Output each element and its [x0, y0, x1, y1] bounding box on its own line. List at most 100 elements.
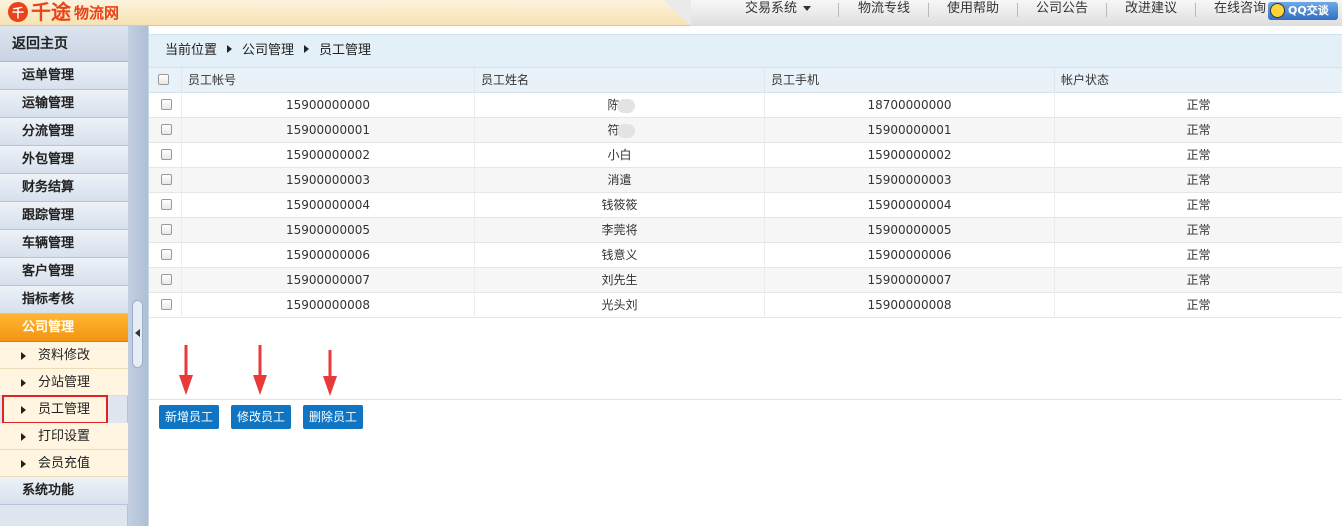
- sidebar-subitem-profile-edit[interactable]: 资料修改: [0, 342, 128, 369]
- nav-divider: [1106, 3, 1107, 17]
- sidebar-subitem-recharge[interactable]: 会员充值: [0, 450, 128, 477]
- nav-divider: [928, 3, 929, 17]
- row-checkbox[interactable]: [161, 149, 172, 160]
- sidebar-item-customers[interactable]: 客户管理: [0, 258, 128, 286]
- row-checkbox[interactable]: [161, 224, 172, 235]
- breadcrumb-root: 当前位置: [165, 43, 218, 58]
- section-divider: [149, 399, 1342, 400]
- row-checkbox[interactable]: [161, 249, 172, 260]
- main-content: 当前位置 公司管理 员工管理 员工帐号 员工姓名 员工手机 帐户状态 1590000…: [148, 26, 1342, 526]
- table-row[interactable]: 15900000003 消遣 15900000003 正常: [149, 168, 1342, 193]
- sidebar-item-finance[interactable]: 财务结算: [0, 174, 128, 202]
- name-text: 钱筱筱: [601, 198, 638, 212]
- nav-announcements[interactable]: 公司公告: [1036, 0, 1088, 26]
- row-select-cell: [149, 218, 182, 243]
- sidebar-item-vehicles[interactable]: 车辆管理: [0, 230, 128, 258]
- sidebar-subitem-branches[interactable]: 分站管理: [0, 369, 128, 396]
- cell-status: 正常: [1055, 193, 1342, 218]
- cell-status: 正常: [1055, 118, 1342, 143]
- nav-suggestions[interactable]: 改进建议: [1125, 0, 1177, 26]
- cell-status: 正常: [1055, 218, 1342, 243]
- column-header-phone[interactable]: 员工手机: [765, 68, 1055, 93]
- nav-online-consult[interactable]: 在线咨询: [1214, 0, 1266, 26]
- delete-employee-button[interactable]: 删除员工: [303, 405, 363, 429]
- cell-name: 小白: [475, 143, 765, 168]
- cell-account: 15900000003: [182, 168, 475, 193]
- row-select-cell: [149, 143, 182, 168]
- name-text: 消遣: [607, 173, 632, 187]
- logo-sub-text: 物流网: [74, 3, 120, 22]
- sidebar-item-outsourcing[interactable]: 外包管理: [0, 146, 128, 174]
- cell-name: 刘先生: [475, 268, 765, 293]
- cell-phone: 18700000000: [765, 93, 1055, 118]
- qq-chat-button[interactable]: QQ交谈: [1268, 2, 1338, 20]
- nav-trade-system[interactable]: 交易系统: [745, 0, 812, 26]
- nav-help[interactable]: 使用帮助: [947, 0, 999, 26]
- sidebar-subitem-print-settings[interactable]: 打印设置: [0, 423, 128, 450]
- column-header-status[interactable]: 帐户状态: [1055, 68, 1342, 93]
- sidebar-item-diversion[interactable]: 分流管理: [0, 118, 128, 146]
- sidebar-home[interactable]: 返回主页: [0, 26, 128, 62]
- cell-status: 正常: [1055, 93, 1342, 118]
- sidebar-item-kpi[interactable]: 指标考核: [0, 286, 128, 314]
- table-row[interactable]: 15900000002 小白 15900000002 正常: [149, 143, 1342, 168]
- row-checkbox[interactable]: [161, 174, 172, 185]
- table-row[interactable]: 15900000007 刘先生 15900000007 正常: [149, 268, 1342, 293]
- row-select-cell: [149, 93, 182, 118]
- row-checkbox[interactable]: [161, 199, 172, 210]
- subitem-label: 分站管理: [38, 375, 91, 390]
- caret-right-icon: [21, 406, 26, 414]
- sidebar: 返回主页 运单管理 运输管理 分流管理 外包管理 财务结算 跟踪管理 车辆管理 …: [0, 26, 128, 526]
- name-text: 刘先生: [601, 273, 638, 287]
- cell-phone: 15900000005: [765, 218, 1055, 243]
- caret-right-icon: [21, 433, 26, 441]
- row-checkbox[interactable]: [161, 274, 172, 285]
- cell-phone: 15900000006: [765, 243, 1055, 268]
- row-checkbox[interactable]: [161, 124, 172, 135]
- cell-account: 15900000008: [182, 293, 475, 318]
- add-employee-button[interactable]: 新增员工: [159, 405, 219, 429]
- chevron-down-icon: [803, 6, 812, 11]
- annotation-arrow-icon: [253, 345, 267, 395]
- nav-trade-system-label: 交易系统: [745, 1, 798, 16]
- row-select-cell: [149, 168, 182, 193]
- cell-name: 钱意义: [475, 243, 765, 268]
- collapse-sidebar-handle[interactable]: [132, 300, 143, 368]
- row-checkbox[interactable]: [161, 99, 172, 110]
- column-header-name[interactable]: 员工姓名: [475, 68, 765, 93]
- table-row[interactable]: 15900000001 符 15900000001 正常: [149, 118, 1342, 143]
- table-row[interactable]: 15900000008 光头刘 15900000008 正常: [149, 293, 1342, 318]
- table-row[interactable]: 15900000004 钱筱筱 15900000004 正常: [149, 193, 1342, 218]
- caret-right-icon: [21, 379, 26, 387]
- cell-status: 正常: [1055, 168, 1342, 193]
- breadcrumb-company[interactable]: 公司管理: [242, 43, 294, 58]
- sidebar-item-waybill[interactable]: 运单管理: [0, 62, 128, 90]
- select-all-checkbox[interactable]: [158, 74, 169, 85]
- nav-logistics-line[interactable]: 物流专线: [858, 0, 910, 26]
- breadcrumb-separator-icon: [227, 45, 233, 53]
- table-row[interactable]: 15900000005 李莞将 15900000005 正常: [149, 218, 1342, 243]
- sidebar-subitem-employees[interactable]: 员工管理: [2, 395, 108, 424]
- cell-account: 15900000007: [182, 268, 475, 293]
- sidebar-item-transport[interactable]: 运输管理: [0, 90, 128, 118]
- cell-status: 正常: [1055, 143, 1342, 168]
- sidebar-item-company[interactable]: 公司管理: [0, 314, 128, 342]
- cell-account: 15900000006: [182, 243, 475, 268]
- cell-phone: 15900000007: [765, 268, 1055, 293]
- cell-phone: 15900000008: [765, 293, 1055, 318]
- row-checkbox[interactable]: [161, 299, 172, 310]
- qq-penguin-icon: [1270, 3, 1285, 18]
- chevron-left-icon: [135, 329, 140, 337]
- row-select-cell: [149, 118, 182, 143]
- redacted-name-blur: [616, 123, 635, 138]
- sidebar-item-system[interactable]: 系统功能: [0, 477, 128, 505]
- cell-account: 15900000005: [182, 218, 475, 243]
- column-header-account[interactable]: 员工帐号: [182, 68, 475, 93]
- site-logo[interactable]: 千 千途 物流网: [8, 0, 119, 24]
- table-row[interactable]: 15900000000 陈 18700000000 正常: [149, 93, 1342, 118]
- header-select-all-cell: [149, 68, 182, 93]
- cell-phone: 15900000004: [765, 193, 1055, 218]
- sidebar-item-tracking[interactable]: 跟踪管理: [0, 202, 128, 230]
- edit-employee-button[interactable]: 修改员工: [231, 405, 291, 429]
- table-row[interactable]: 15900000006 钱意义 15900000006 正常: [149, 243, 1342, 268]
